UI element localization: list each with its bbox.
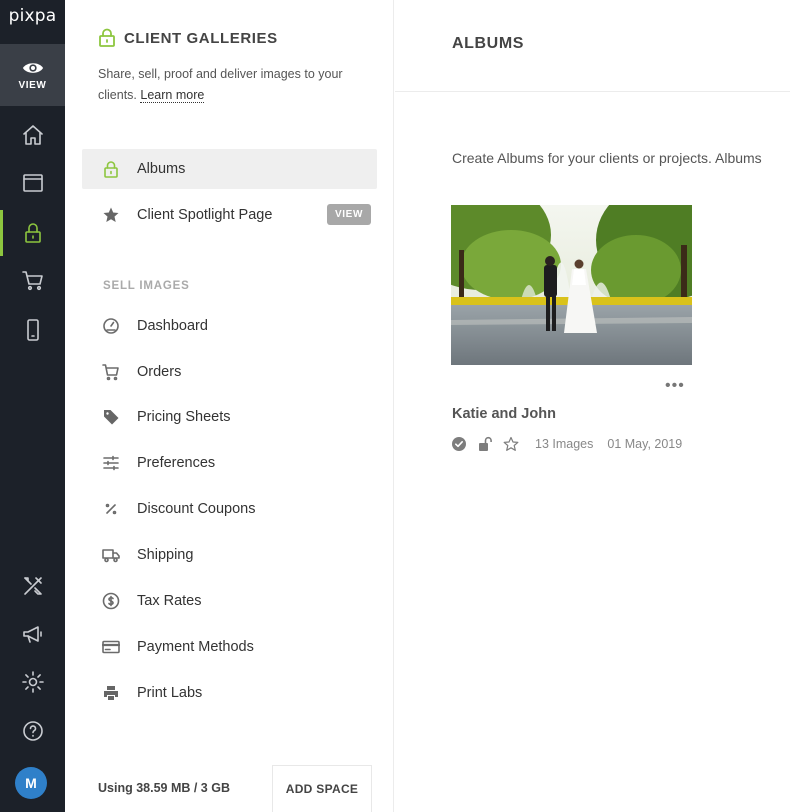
- eye-icon: [22, 62, 43, 73]
- check-circle-icon: [452, 437, 466, 451]
- albums-main: ALBUMS Create Albums for your clients or…: [395, 0, 790, 812]
- add-space-button[interactable]: ADD SPACE: [272, 765, 372, 812]
- sidebar-item-label: Dashboard: [137, 318, 208, 334]
- view-spotlight-button[interactable]: VIEW: [327, 204, 371, 225]
- design-tools-icon: [23, 577, 42, 595]
- rail-marketing[interactable]: [0, 614, 65, 654]
- sidebar-item-orders[interactable]: Orders: [82, 352, 377, 392]
- rail-website[interactable]: [0, 163, 65, 203]
- sidebar-item-preferences[interactable]: Preferences: [82, 443, 377, 483]
- album-published-status[interactable]: [451, 436, 467, 452]
- sidebar-item-label: Shipping: [137, 547, 194, 563]
- sidebar-item-label: Orders: [137, 364, 182, 380]
- truck-icon: [102, 549, 120, 563]
- rail-help[interactable]: [0, 711, 65, 751]
- cart-icon: [21, 271, 43, 291]
- sidebar-item-label: Pricing Sheets: [137, 409, 231, 425]
- sidebar-item-label: Preferences: [137, 455, 216, 471]
- storage-usage: Using 38.59 MB / 3 GB: [98, 781, 230, 795]
- sidebar-header: CLIENT GALLERIES: [98, 28, 278, 48]
- view-label: VIEW: [18, 79, 47, 91]
- album-date: 01 May, 2019: [607, 437, 683, 451]
- star-icon: [103, 207, 119, 222]
- album-image-count: 13 Images: [535, 437, 594, 451]
- rail-home[interactable]: [0, 115, 65, 155]
- album-meta: 13 Images 01 May, 2019: [451, 436, 682, 452]
- sell-images-section-label: SELL IMAGES: [103, 280, 190, 292]
- sidebar-item-print-labs[interactable]: Print Labs: [82, 673, 377, 713]
- sidebar-item-tax-rates[interactable]: Tax Rates: [82, 581, 377, 621]
- sidebar-description: Share, sell, proof and deliver images to…: [98, 67, 343, 103]
- sidebar-item-dashboard[interactable]: Dashboard: [82, 306, 377, 346]
- sliders-icon: [103, 455, 119, 471]
- rail-client-galleries[interactable]: [0, 213, 65, 253]
- album-privacy-toggle[interactable]: [477, 436, 493, 452]
- user-avatar[interactable]: M: [15, 767, 47, 799]
- album-favorite-toggle[interactable]: [503, 436, 519, 452]
- sidebar-item-label: Print Labs: [137, 685, 203, 701]
- sidebar-item-label: Tax Rates: [137, 593, 202, 609]
- sidebar-item-discount-coupons[interactable]: Discount Coupons: [82, 489, 377, 529]
- sidebar-item-albums[interactable]: Albums: [82, 149, 377, 189]
- sidebar-item-shipping[interactable]: Shipping: [82, 535, 377, 575]
- percent-icon: [105, 503, 117, 515]
- sidebar-item-label: Payment Methods: [137, 639, 254, 655]
- lock-icon: [24, 223, 41, 243]
- tag-icon: [104, 410, 119, 425]
- printer-icon: [104, 686, 118, 700]
- help-icon: [22, 721, 43, 741]
- album-title[interactable]: Katie and John: [452, 406, 556, 422]
- app-rail: pixpa VIEW M: [0, 0, 65, 812]
- rail-store[interactable]: [0, 260, 65, 300]
- dashboard-icon: [103, 318, 119, 334]
- client-galleries-sidebar: CLIENT GALLERIES Share, sell, proof and …: [65, 0, 394, 812]
- unlock-icon: [479, 436, 492, 451]
- sidebar-title: CLIENT GALLERIES: [124, 29, 278, 47]
- learn-more-link[interactable]: Learn more: [140, 88, 205, 103]
- home-icon: [22, 125, 43, 145]
- gear-icon: [21, 671, 44, 693]
- sidebar-item-label: Discount Coupons: [137, 501, 256, 517]
- lock-icon: [99, 28, 115, 47]
- header-divider: [395, 91, 790, 92]
- albums-intro-text: Create Albums for your clients or projec…: [452, 150, 762, 166]
- card-icon: [102, 640, 120, 654]
- mobile-phone-icon: [26, 319, 39, 341]
- view-site-button[interactable]: VIEW: [0, 44, 65, 106]
- dollar-icon: [102, 592, 120, 610]
- cart-icon: [102, 364, 119, 381]
- sidebar-item-client-spotlight[interactable]: Client Spotlight Page VIEW: [82, 195, 377, 235]
- album-more-options-button[interactable]: •••: [665, 378, 685, 394]
- sidebar-item-label: Client Spotlight Page: [137, 207, 273, 223]
- browser-window-icon: [22, 174, 43, 192]
- rail-mobile[interactable]: [0, 310, 65, 350]
- page-title: ALBUMS: [452, 35, 525, 52]
- lock-icon: [104, 161, 118, 178]
- album-thumbnail[interactable]: [451, 205, 692, 365]
- rail-settings[interactable]: [0, 662, 65, 702]
- star-outline-icon: [503, 436, 519, 451]
- megaphone-icon: [22, 626, 42, 643]
- sidebar-item-payment-methods[interactable]: Payment Methods: [82, 627, 377, 667]
- wedding-photo-image: [451, 205, 692, 365]
- rail-design[interactable]: [0, 566, 65, 606]
- sidebar-item-label: Albums: [137, 161, 186, 177]
- sidebar-item-pricing-sheets[interactable]: Pricing Sheets: [82, 397, 377, 437]
- pixpa-logo[interactable]: pixpa: [0, 6, 65, 26]
